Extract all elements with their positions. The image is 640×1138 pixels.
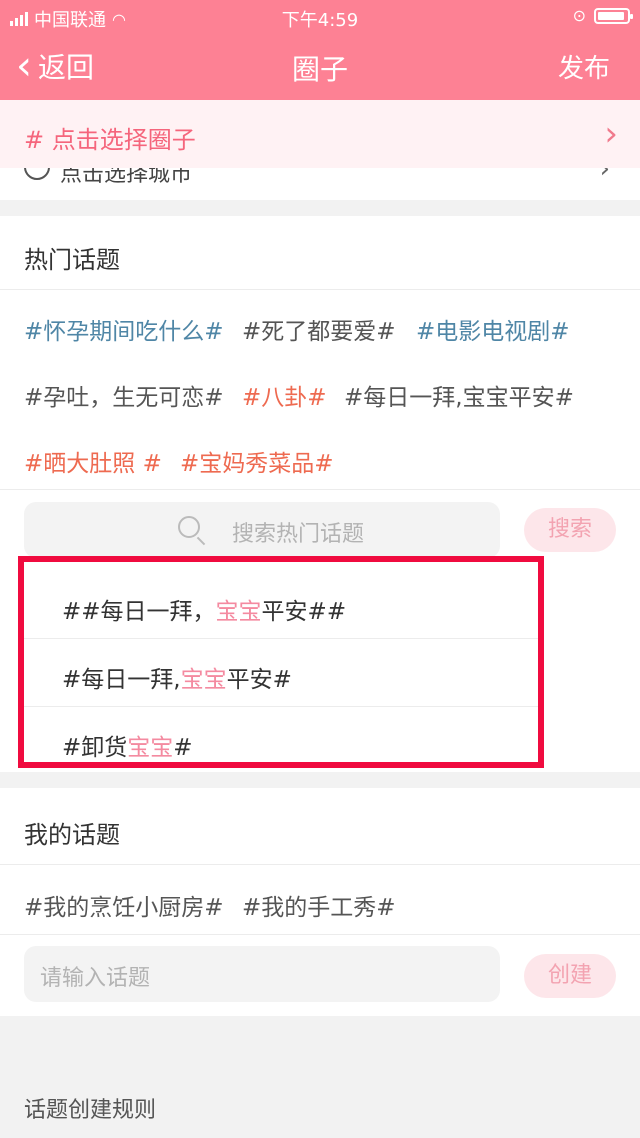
nav-bar: ‹ 返回 圈子 发布 [0, 34, 640, 100]
hot-topic-tag[interactable]: #怀孕期间吃什么# [24, 312, 224, 346]
status-right: ⊙ [572, 6, 633, 25]
location-select-row[interactable]: 点击选择城市 › [0, 168, 640, 200]
hot-topic-tag[interactable]: #晒大肚照 # [24, 444, 162, 478]
hot-topic-tag[interactable]: #死了都要爱# [242, 312, 396, 346]
publish-button[interactable]: 发布 [558, 48, 610, 85]
circle-select-label: # 点击选择圈子 [24, 126, 196, 154]
hot-topic-tag[interactable]: #孕吐，生无可恋# [24, 378, 224, 412]
divider [0, 489, 640, 490]
hot-topic-tag[interactable]: #每日一拜,宝宝平安# [344, 378, 574, 412]
status-bar: 中国联通 ◠ 下午4:59 ⊙ [0, 0, 640, 34]
divider [0, 289, 640, 290]
search-placeholder: 搜索热门话题 [232, 522, 365, 547]
location-pin-icon [24, 168, 50, 180]
topic-input[interactable]: 请输入话题 [24, 946, 500, 1002]
my-topic-tag[interactable]: #我的手工秀# [242, 888, 396, 922]
search-button[interactable]: 搜索 [524, 508, 616, 552]
location-label: 点击选择城市 [60, 168, 193, 187]
rotation-lock-icon: ⊙ [572, 6, 586, 25]
status-time: 下午4:59 [281, 10, 359, 31]
hot-topics-title: 热门话题 [24, 246, 120, 274]
topic-input-placeholder: 请输入话题 [40, 966, 151, 991]
my-topics-title: 我的话题 [24, 821, 120, 849]
my-topic-tag[interactable]: #我的烹饪小厨房# [24, 888, 224, 922]
annotation-highlight-frame [18, 556, 544, 768]
divider [0, 864, 640, 865]
app-header: 中国联通 ◠ 下午4:59 ⊙ ‹ 返回 圈子 发布 [0, 0, 640, 100]
search-input[interactable]: 搜索热门话题 [24, 502, 500, 558]
chevron-right-icon: › [599, 168, 610, 184]
hot-topic-tag[interactable]: #八卦# [242, 378, 327, 412]
chevron-right-icon: › [604, 114, 618, 154]
hot-topic-tag[interactable]: #宝妈秀菜品# [180, 444, 334, 478]
battery-icon [594, 7, 633, 24]
create-button[interactable]: 创建 [524, 954, 616, 998]
topic-rules-link[interactable]: 话题创建规则 [24, 1092, 156, 1124]
hot-topic-tag[interactable]: #电影电视剧# [416, 312, 570, 346]
page-title: 圈子 [291, 53, 348, 86]
circle-select-row[interactable]: # 点击选择圈子 › [0, 100, 640, 168]
search-icon [178, 516, 200, 538]
divider [0, 934, 640, 935]
